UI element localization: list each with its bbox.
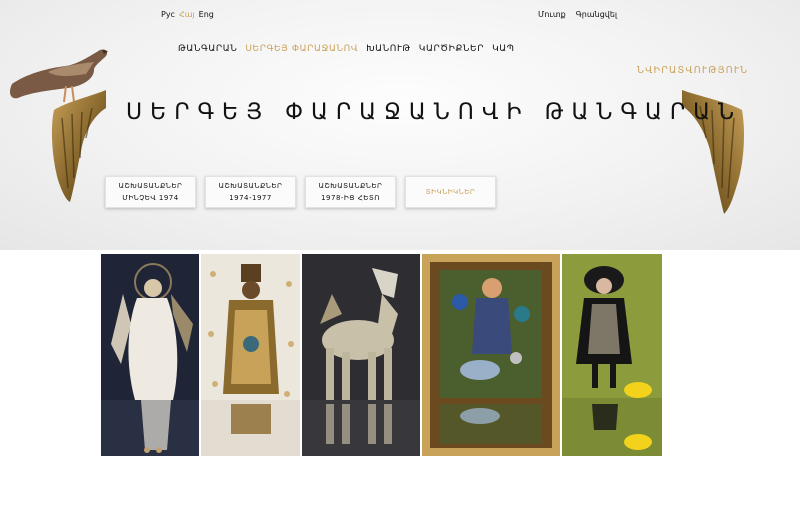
tile-label-line1: ԱՇԽԱՏԱՆՔՆԵՐ [318,182,383,190]
golden-doll-artwork-image [201,254,300,456]
tile-label-line1: ԱՇԽԱՏԱՆՔՆԵՐ [118,182,183,190]
auth-links: Մուտք Գրանցվել [538,10,617,19]
nav-item-reviews[interactable]: ԿԱՐԾԻՔՆԵՐ [419,44,484,54]
tile-label-line2: 1978-ԻՑ ՀԵՏՈ [321,194,380,202]
category-tiles: ԱՇԽԱՏԱՆՔՆԵՐ ՄԻՆՉԵՎ 1974 ԱՇԽԱՏԱՆՔՆԵՐ 1974… [105,176,496,208]
artwork-tile[interactable] [422,254,560,456]
framed-collage-artwork-image [422,254,560,456]
lang-en[interactable]: Eng [199,10,214,19]
tile-label-line1: ՏԻԿՆԻԿՆԵՐ [425,188,476,196]
tile-dolls[interactable]: ՏԻԿՆԻԿՆԵՐ [405,176,496,208]
nav-item-museum[interactable]: ԹԱՆԳԱՐԱՆ [178,44,237,54]
lang-hy[interactable]: Հայ [179,10,195,19]
lang-ru[interactable]: Рус [161,10,175,19]
register-link[interactable]: Գրանցվել [576,10,617,19]
left-wing-sculpture-icon [51,90,106,202]
tile-label-line2: 1974-1977 [229,194,272,202]
nav-item-sergei-parajanov[interactable]: ՍԵՐԳԵՅ ՓԱՐԱՋԱՆՈՎ [245,44,358,54]
site-title: ՍԵՐԳԵՅ ՓԱՐԱՋԱՆՈՎԻ ԹԱՆԳԱՐԱՆ [126,100,742,125]
hero-banner: Рус Հայ Eng Մուտք Գրանցվել ԹԱՆԳԱՐԱՆ ՍԵՐԳ… [0,0,800,250]
toy-horse-artwork-image [302,254,420,456]
main-navigation: ԹԱՆԳԱՐԱՆ ՍԵՐԳԵՅ ՓԱՐԱՋԱՆՈՎ ԽԱՆՈՒԹ ԿԱՐԾԻՔՆ… [178,44,515,54]
tile-works-1974-1977[interactable]: ԱՇԽԱՏԱՆՔՆԵՐ 1974-1977 [205,176,296,208]
artwork-tile[interactable] [302,254,420,456]
white-doll-artwork-image [101,254,199,456]
black-puppet-artwork-image [562,254,662,456]
artwork-tile[interactable] [562,254,662,456]
language-switcher: Рус Հայ Eng [161,10,214,19]
login-link[interactable]: Մուտք [538,10,566,19]
tile-label-line2: ՄԻՆՉԵՎ 1974 [122,194,179,202]
tile-label-line1: ԱՇԽԱՏԱՆՔՆԵՐ [218,182,283,190]
donate-link[interactable]: ՆՎԻՐԱՏՎՈՒԹՅՈՒՆ [637,65,748,76]
artwork-gallery [101,254,662,456]
artwork-tile[interactable] [201,254,300,456]
tile-works-until-1974[interactable]: ԱՇԽԱՏԱՆՔՆԵՐ ՄԻՆՉԵՎ 1974 [105,176,196,208]
tile-works-after-1978[interactable]: ԱՇԽԱՏԱՆՔՆԵՐ 1978-ԻՑ ՀԵՏՈ [305,176,396,208]
nav-item-shop[interactable]: ԽԱՆՈՒԹ [366,44,411,54]
artwork-tile[interactable] [101,254,199,456]
nav-item-contact[interactable]: ԿԱՊ [492,44,515,54]
